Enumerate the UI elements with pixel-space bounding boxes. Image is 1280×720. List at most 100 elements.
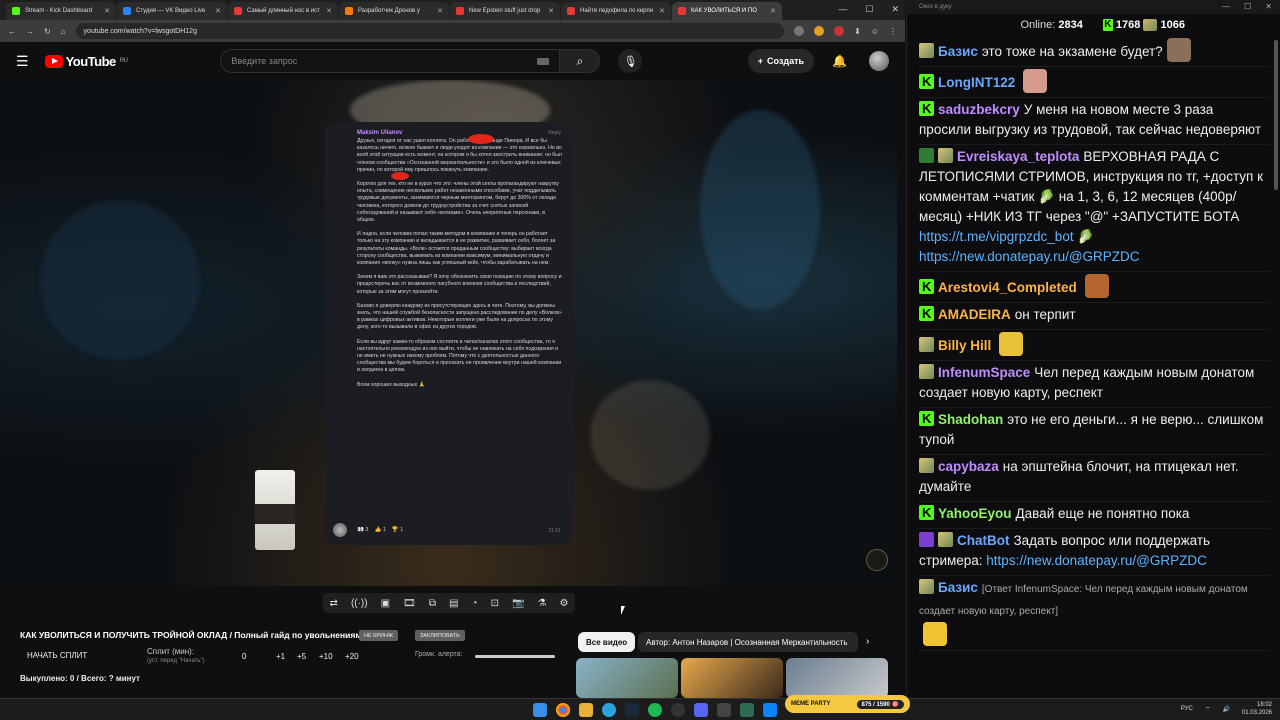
chat-username[interactable]: LongINT122 — [938, 75, 1015, 90]
reload-icon[interactable]: ↻ — [44, 27, 51, 36]
youtube-logo[interactable]: YouTube RU — [44, 54, 128, 69]
split-value-field[interactable]: 0 — [242, 652, 246, 661]
tag-button-not-cringe[interactable]: НЕ КРИНЖ — [359, 630, 399, 641]
telegram-icon[interactable] — [602, 703, 616, 717]
back-icon[interactable]: ← — [8, 27, 16, 36]
split-add-button[interactable]: +1 — [276, 652, 285, 661]
volume-icon[interactable]: 🔊 — [1222, 706, 1229, 713]
profile-icon[interactable]: ☺ — [871, 27, 879, 36]
forward-icon[interactable]: → — [26, 27, 34, 36]
chat-username[interactable]: Billy Hill — [938, 338, 991, 353]
crop-icon[interactable]: ⊡ — [491, 598, 499, 609]
discord-icon[interactable] — [694, 703, 708, 717]
menu-hamburger-icon[interactable]: ☰ — [16, 53, 29, 70]
gear-icon[interactable]: ⚙ — [559, 598, 568, 609]
subtitles-icon[interactable]: ▤ — [449, 598, 458, 609]
chip-author[interactable]: Автор: Антон Назаров | Осознанная Меркан… — [638, 632, 858, 652]
speed-icon[interactable]: ◔ — [472, 598, 478, 609]
home-icon[interactable]: ⌂ — [61, 27, 66, 36]
broadcast-icon[interactable]: ((·)) — [351, 598, 368, 609]
picture-in-picture-icon[interactable]: ⧉ — [429, 598, 436, 609]
chat-link[interactable]: https://new.donatepay.ru/@GRPZDC — [919, 249, 1140, 264]
reaction-badge[interactable]: 👀 3 — [357, 527, 368, 533]
chat-username[interactable]: InfenumSpace — [938, 365, 1030, 380]
app-icon[interactable] — [763, 703, 777, 717]
related-thumbnail[interactable] — [786, 658, 888, 698]
chat-username[interactable]: Базис — [938, 580, 978, 595]
chat-username[interactable]: Evreiskaya_teplota — [957, 149, 1079, 164]
close-tab-icon[interactable]: ✕ — [659, 7, 665, 15]
chat-username[interactable]: Shadohan — [938, 412, 1003, 427]
video-player[interactable]: Maksim Ulianov Reply Друзья, сегодня от … — [0, 80, 897, 586]
preview-icon[interactable]: ▣ — [381, 598, 390, 609]
chat-username[interactable]: YahooEyou — [938, 506, 1012, 521]
search-input[interactable]: Введите запрос — [220, 49, 561, 73]
url-input[interactable]: youtube.com/watch?v=lwsgotDH12g — [75, 23, 785, 39]
chat-username[interactable]: AMADEIRA — [938, 307, 1011, 322]
minimize-icon[interactable]: — — [1222, 2, 1230, 11]
close-tab-icon[interactable]: ✕ — [104, 7, 110, 15]
chat-link[interactable]: https://t.me/vipgrpzdc_bot — [919, 229, 1074, 244]
spotify-icon[interactable] — [648, 703, 662, 717]
browser-tab[interactable]: Найти педофила по кирпи ✕ — [561, 2, 671, 20]
chat-scrollbar[interactable] — [1274, 40, 1278, 190]
close-icon[interactable]: ✕ — [1265, 2, 1272, 11]
camera-icon[interactable]: 📷 — [512, 598, 524, 609]
chat-username[interactable]: Arestovi4_Completed — [938, 280, 1077, 295]
chat-username[interactable]: capybaza — [938, 459, 999, 474]
keyboard-icon[interactable] — [537, 57, 550, 65]
notifications-bell-icon[interactable]: 🔔 — [832, 54, 847, 68]
tag-button-clip[interactable]: ЗАКЛИПОВАТЬ — [415, 630, 465, 641]
app-icon[interactable] — [717, 703, 731, 717]
flask-icon[interactable]: ⚗ — [537, 598, 546, 609]
chat-username[interactable]: ChatBot — [957, 533, 1010, 548]
reaction-badge[interactable]: 👍 1 — [374, 527, 385, 533]
close-icon[interactable]: ✕ — [891, 4, 899, 15]
clock[interactable]: 18:02 01.03.2026 — [1242, 701, 1272, 717]
film-icon[interactable]: 🎞 — [403, 598, 416, 609]
related-thumbnail[interactable] — [576, 658, 678, 698]
chat-username[interactable]: saduzbekcry — [938, 102, 1020, 117]
split-add-button[interactable]: +20 — [345, 652, 359, 661]
steam-icon[interactable] — [625, 703, 639, 717]
browser-tab[interactable]: Самый длинный нос в ист ✕ — [228, 2, 338, 20]
chrome-icon[interactable] — [556, 703, 570, 717]
app-icon[interactable] — [740, 703, 754, 717]
voice-search-button[interactable]: 🎙 — [618, 49, 643, 73]
avatar[interactable] — [869, 51, 889, 71]
start-split-button[interactable]: НАЧАТЬ СПЛИТ — [27, 651, 87, 660]
obs-icon[interactable] — [671, 703, 685, 717]
alert-volume-slider[interactable] — [475, 655, 555, 658]
browser-tab[interactable]: Разработчик Дронов у ✕ — [339, 2, 449, 20]
chat-link[interactable]: https://new.donatepay.ru/@GRPZDC — [986, 553, 1207, 568]
close-tab-icon[interactable]: ✕ — [326, 7, 332, 15]
close-tab-icon[interactable]: ✕ — [770, 7, 776, 15]
browser-tab[interactable]: Stream - Kick Dashboard ✕ — [6, 2, 116, 20]
browser-tab[interactable]: New Epstein stuff just drop ✕ — [450, 2, 560, 20]
minimize-icon[interactable]: — — [838, 4, 847, 15]
language-indicator[interactable]: РУС — [1181, 706, 1193, 712]
create-button[interactable]: + Создать — [747, 49, 815, 73]
related-thumbnail[interactable] — [681, 658, 783, 698]
maximize-icon[interactable]: ☐ — [1244, 2, 1251, 11]
folder-icon[interactable] — [579, 703, 593, 717]
browser-tab[interactable]: Студия — VK Видео Live ✕ — [117, 2, 227, 20]
chevron-right-icon[interactable]: › — [866, 636, 869, 647]
menu-icon[interactable]: ⋮ — [889, 27, 897, 36]
browser-tab[interactable]: КАК УВОЛИТЬСЯ И ПО ✕ — [672, 2, 782, 20]
close-tab-icon[interactable]: ✕ — [215, 7, 221, 15]
search-button[interactable]: ⌕ — [560, 49, 601, 73]
extension-icon[interactable] — [794, 26, 805, 36]
close-tab-icon[interactable]: ✕ — [548, 7, 554, 15]
wifi-icon[interactable]: ⌔ — [1205, 705, 1211, 713]
windows-start-icon[interactable] — [533, 703, 547, 717]
extension-icon[interactable] — [814, 26, 825, 36]
close-tab-icon[interactable]: ✕ — [437, 7, 443, 15]
chat-username[interactable]: Базис — [938, 44, 978, 59]
download-icon[interactable]: ⬇ — [854, 27, 861, 36]
extension-icon[interactable] — [834, 26, 845, 36]
split-add-button[interactable]: +10 — [319, 652, 333, 661]
split-add-button[interactable]: +5 — [297, 652, 306, 661]
loop-icon[interactable]: ⇄ — [330, 598, 338, 609]
maximize-icon[interactable]: ☐ — [865, 4, 873, 15]
